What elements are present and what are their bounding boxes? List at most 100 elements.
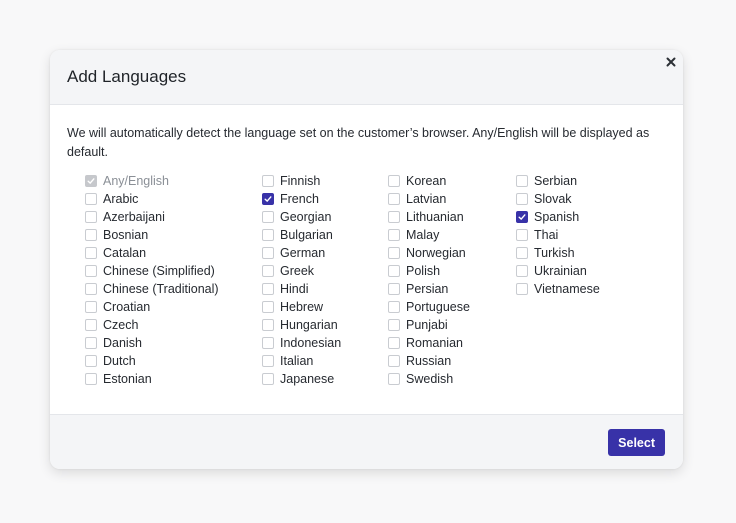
- language-option[interactable]: Turkish: [516, 244, 636, 262]
- language-option[interactable]: Georgian: [262, 208, 388, 226]
- language-checkbox[interactable]: [262, 211, 274, 223]
- language-label: Hungarian: [280, 318, 338, 332]
- language-checkbox[interactable]: [262, 193, 274, 205]
- language-checkbox[interactable]: [262, 337, 274, 349]
- language-option[interactable]: German: [262, 244, 388, 262]
- language-checkbox[interactable]: [388, 283, 400, 295]
- language-option[interactable]: Bosnian: [85, 226, 262, 244]
- modal-header: Add Languages: [50, 50, 683, 105]
- language-option[interactable]: French: [262, 190, 388, 208]
- language-option[interactable]: Norwegian: [388, 244, 516, 262]
- language-option[interactable]: Portuguese: [388, 298, 516, 316]
- language-option[interactable]: Hebrew: [262, 298, 388, 316]
- language-checkbox[interactable]: [85, 355, 97, 367]
- language-option[interactable]: Finnish: [262, 172, 388, 190]
- language-checkbox[interactable]: [388, 301, 400, 313]
- language-option[interactable]: Persian: [388, 280, 516, 298]
- language-option[interactable]: Italian: [262, 352, 388, 370]
- language-checkbox[interactable]: [388, 319, 400, 331]
- language-option[interactable]: Chinese (Simplified): [85, 262, 262, 280]
- language-checkbox[interactable]: [85, 319, 97, 331]
- language-label: Finnish: [280, 174, 321, 188]
- language-checkbox[interactable]: [262, 229, 274, 241]
- select-button[interactable]: Select: [608, 429, 665, 456]
- language-checkbox[interactable]: [516, 283, 528, 295]
- language-option[interactable]: Korean: [388, 172, 516, 190]
- language-checkbox[interactable]: [516, 265, 528, 277]
- language-option[interactable]: Estonian: [85, 370, 262, 388]
- language-option[interactable]: Serbian: [516, 172, 636, 190]
- language-option[interactable]: Spanish: [516, 208, 636, 226]
- language-checkbox[interactable]: [85, 193, 97, 205]
- language-option[interactable]: Swedish: [388, 370, 516, 388]
- language-checkbox[interactable]: [85, 373, 97, 385]
- language-label: Danish: [103, 336, 142, 350]
- language-checkbox[interactable]: [516, 229, 528, 241]
- language-option[interactable]: Slovak: [516, 190, 636, 208]
- language-option[interactable]: Lithuanian: [388, 208, 516, 226]
- language-option[interactable]: Greek: [262, 262, 388, 280]
- language-checkbox[interactable]: [262, 247, 274, 259]
- language-option[interactable]: Polish: [388, 262, 516, 280]
- language-label: Latvian: [406, 192, 447, 206]
- language-checkbox[interactable]: [85, 283, 97, 295]
- language-option[interactable]: Chinese (Traditional): [85, 280, 262, 298]
- language-option[interactable]: Catalan: [85, 244, 262, 262]
- language-checkbox[interactable]: [85, 265, 97, 277]
- language-checkbox[interactable]: [388, 211, 400, 223]
- language-checkbox[interactable]: [388, 265, 400, 277]
- language-label: Korean: [406, 174, 447, 188]
- language-option[interactable]: Russian: [388, 352, 516, 370]
- language-checkbox[interactable]: [516, 247, 528, 259]
- language-column-4: Serbian Slovak Spanish Thai Turkish Ukrainian…: [516, 172, 636, 388]
- language-checkbox[interactable]: [85, 211, 97, 223]
- language-checkbox[interactable]: [388, 337, 400, 349]
- language-option[interactable]: Malay: [388, 226, 516, 244]
- language-checkbox[interactable]: [262, 373, 274, 385]
- language-label: Arabic: [103, 192, 139, 206]
- language-checkbox[interactable]: [388, 373, 400, 385]
- language-option[interactable]: Bulgarian: [262, 226, 388, 244]
- language-checkbox[interactable]: [262, 355, 274, 367]
- language-option[interactable]: Romanian: [388, 334, 516, 352]
- language-option[interactable]: Latvian: [388, 190, 516, 208]
- language-option[interactable]: Czech: [85, 316, 262, 334]
- language-option[interactable]: Arabic: [85, 190, 262, 208]
- language-option[interactable]: Japanese: [262, 370, 388, 388]
- language-checkbox[interactable]: [388, 175, 400, 187]
- language-option[interactable]: Hungarian: [262, 316, 388, 334]
- language-checkbox[interactable]: [85, 301, 97, 313]
- language-checkbox[interactable]: [85, 337, 97, 349]
- language-checkbox[interactable]: [388, 193, 400, 205]
- close-button[interactable]: [664, 55, 678, 69]
- language-checkbox[interactable]: [516, 193, 528, 205]
- language-column-1: Any/English Arabic Azerbaijani Bosnian Catal…: [85, 172, 262, 388]
- language-option[interactable]: Dutch: [85, 352, 262, 370]
- language-checkbox[interactable]: [388, 247, 400, 259]
- language-checkbox[interactable]: [262, 283, 274, 295]
- language-label: Lithuanian: [406, 210, 464, 224]
- language-option[interactable]: Vietnamese: [516, 280, 636, 298]
- language-option[interactable]: Croatian: [85, 298, 262, 316]
- language-checkbox[interactable]: [262, 319, 274, 331]
- language-option[interactable]: Hindi: [262, 280, 388, 298]
- language-option[interactable]: Azerbaijani: [85, 208, 262, 226]
- language-checkbox[interactable]: [388, 355, 400, 367]
- language-checkbox[interactable]: [262, 265, 274, 277]
- language-checkbox[interactable]: [516, 175, 528, 187]
- modal-footer: Select: [50, 414, 683, 469]
- language-option[interactable]: Punjabi: [388, 316, 516, 334]
- language-checkbox[interactable]: [388, 229, 400, 241]
- checkmark-icon: [264, 195, 272, 203]
- language-checkbox[interactable]: [262, 175, 274, 187]
- language-checkbox[interactable]: [262, 301, 274, 313]
- language-option[interactable]: Ukrainian: [516, 262, 636, 280]
- language-option[interactable]: Thai: [516, 226, 636, 244]
- close-icon: [664, 55, 678, 69]
- language-label: Spanish: [534, 210, 580, 224]
- language-checkbox[interactable]: [85, 247, 97, 259]
- language-checkbox[interactable]: [85, 229, 97, 241]
- language-option[interactable]: Indonesian: [262, 334, 388, 352]
- language-option[interactable]: Danish: [85, 334, 262, 352]
- language-checkbox[interactable]: [516, 211, 528, 223]
